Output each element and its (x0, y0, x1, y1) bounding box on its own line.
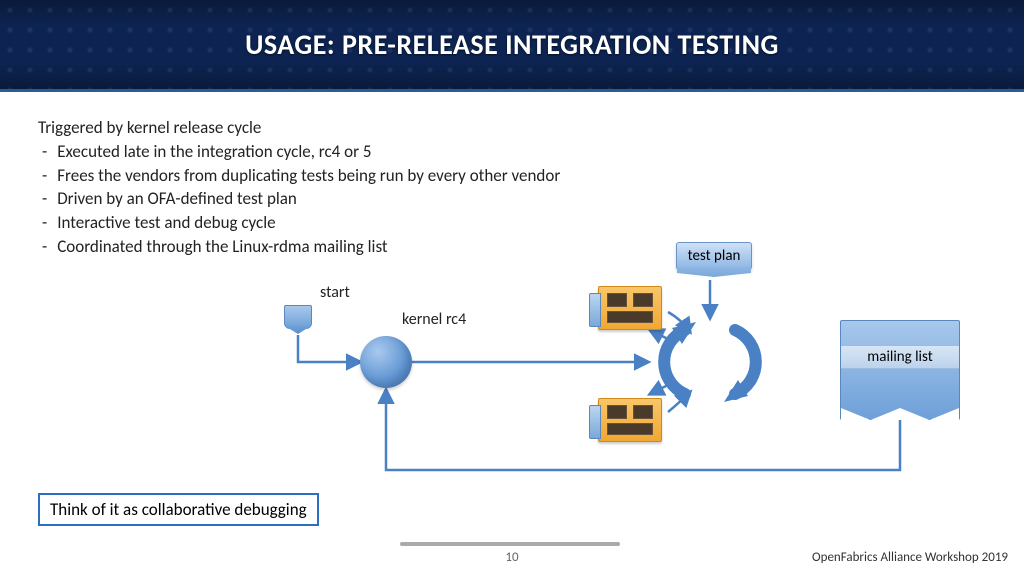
mailing-list-label: mailing list (841, 345, 959, 369)
cycle-arc-right (735, 330, 756, 394)
bullet-item: Interactive test and debug cycle (42, 211, 986, 235)
cycle-arc-left (664, 330, 685, 394)
chip-bot-in (650, 382, 674, 394)
bullet-item: Coordinated through the Linux-rdma maili… (42, 235, 986, 259)
cycle-arc-right-head (724, 380, 748, 402)
start-node-icon (284, 305, 312, 329)
vendor-board-bottom-icon (598, 398, 662, 442)
cycle-arc-left-head (672, 322, 696, 344)
chip-top-out (650, 330, 674, 342)
body-text: Triggered by kernel release cycle Execut… (0, 92, 1024, 259)
footer-rule (400, 542, 620, 546)
bullet-item: Executed late in the integration cycle, … (42, 140, 986, 164)
arrow-feedback-loop (386, 390, 900, 470)
chip-top-in (668, 312, 690, 332)
mailing-list-node: mailing list (840, 320, 960, 420)
arrow-start-to-kernel (298, 335, 360, 362)
footer-org: OpenFabrics Alliance Workshop 2019 (812, 550, 1008, 565)
start-label: start (320, 283, 350, 302)
bullet-item: Driven by an OFA-defined test plan (42, 187, 986, 211)
slide-title: USAGE: PRE-RELEASE INTEGRATION TESTING (245, 27, 779, 62)
callout-box: Think of it as collaborative debugging (38, 493, 319, 526)
lead-line: Triggered by kernel release cycle (38, 116, 986, 140)
kernel-node-icon (360, 336, 412, 388)
bullet-item: Frees the vendors from duplicating tests… (42, 164, 986, 188)
slide-footer: 10 OpenFabrics Alliance Workshop 2019 (0, 546, 1024, 570)
kernel-label: kernel rc4 (402, 310, 466, 329)
vendor-board-top-icon (598, 286, 662, 330)
chip-bot-out (668, 392, 690, 412)
slide-header: USAGE: PRE-RELEASE INTEGRATION TESTING (0, 0, 1024, 92)
page-number: 10 (505, 550, 518, 565)
